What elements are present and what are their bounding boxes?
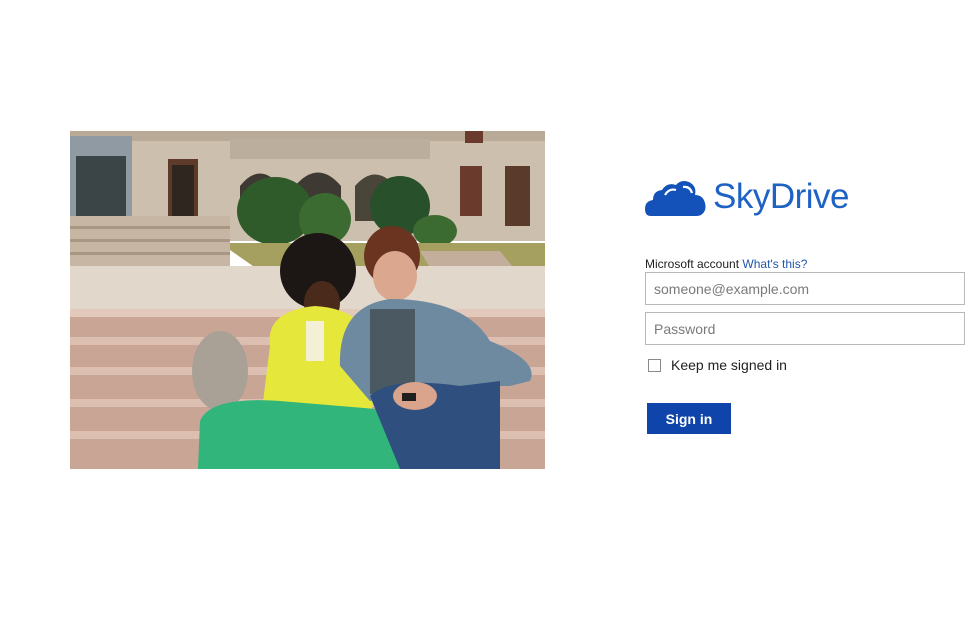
account-line: Microsoft account What's this? — [645, 256, 967, 272]
sign-in-page: SkyDrive Microsoft account What's this? … — [0, 0, 977, 631]
hero-photo — [70, 131, 545, 469]
cloud-icon — [645, 181, 706, 216]
sign-in-button[interactable]: Sign in — [647, 403, 731, 434]
password-input[interactable] — [645, 312, 965, 345]
keep-signed-in-checkbox[interactable] — [648, 358, 661, 372]
sign-in-panel: SkyDrive Microsoft account What's this? … — [645, 175, 967, 434]
whats-this-link[interactable]: What's this? — [742, 257, 807, 271]
brand: SkyDrive — [645, 175, 967, 219]
brand-name: SkyDrive — [713, 177, 850, 216]
keep-signed-in-label: Keep me signed in — [671, 357, 787, 373]
email-input[interactable] — [645, 272, 965, 305]
account-label: Microsoft account — [645, 257, 740, 271]
keep-signed-in-row[interactable]: Keep me signed in — [645, 356, 967, 374]
